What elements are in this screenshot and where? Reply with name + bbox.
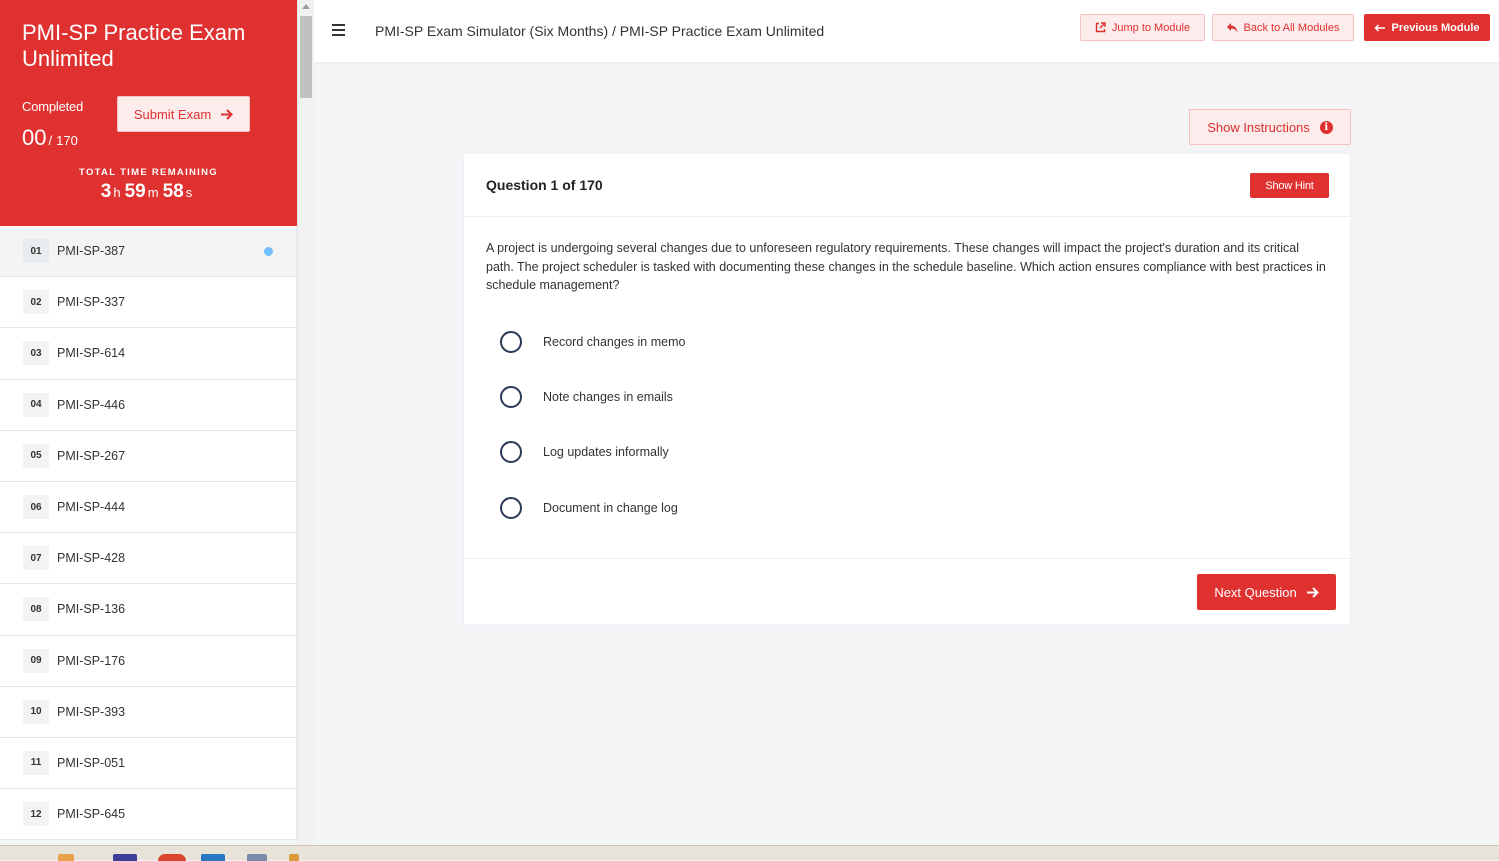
completed-separator: / (48, 133, 53, 148)
exam-title: PMI-SP Practice Exam Unlimited (22, 20, 246, 71)
time-seconds: 58 (162, 181, 184, 202)
top-bar: PMI-SP Exam Simulator (Six Months) / PMI… (314, 0, 1499, 62)
answer-option-label: Note changes in emails (543, 390, 673, 404)
os-taskbar (0, 845, 1499, 861)
answer-option-label: Document in change log (543, 501, 678, 515)
time-minutes: 59 (124, 181, 146, 202)
question-card: Question 1 of 170 Show Hint A project is… (463, 153, 1351, 625)
completed-label: Completed (22, 99, 84, 114)
info-icon: i (1319, 120, 1333, 134)
question-list-item[interactable]: 06 PMI-SP-444 (0, 481, 297, 534)
time-hours-unit: h (113, 185, 121, 200)
question-code: PMI-SP-645 (57, 807, 126, 822)
question-list-item[interactable]: 08 PMI-SP-136 (0, 584, 297, 636)
question-number: 04 (23, 392, 49, 417)
question-code: PMI-SP-614 (57, 346, 126, 361)
external-link-icon (1095, 22, 1106, 33)
question-list-item[interactable]: 03 PMI-SP-614 (0, 328, 297, 380)
question-list-item[interactable]: 10 PMI-SP-393 (0, 686, 297, 738)
time-hours: 3 (100, 181, 112, 202)
question-code: PMI-SP-387 (57, 244, 126, 259)
question-code: PMI-SP-393 (57, 704, 126, 719)
question-text: A project is undergoing several changes … (486, 241, 1326, 292)
question-code: PMI-SP-444 (57, 500, 126, 515)
question-list-item[interactable]: 04 PMI-SP-446 (0, 379, 297, 431)
question-list-item[interactable]: 12 PMI-SP-645 (0, 789, 297, 841)
answer-option-label: Log updates informally (543, 445, 669, 459)
question-list-item[interactable]: 09 PMI-SP-176 (0, 635, 297, 687)
question-number: 11 (23, 750, 49, 775)
question-list: 01 PMI-SP-387 02 PMI-SP-337 03 PMI-SP-61… (0, 226, 297, 841)
radio-button[interactable] (500, 386, 522, 408)
card-divider (464, 558, 1350, 559)
exam-summary-panel: PMI-SP Practice Exam Unlimited Completed… (0, 0, 297, 226)
completed-value: 00 (22, 125, 47, 150)
question-list-item[interactable]: 02 PMI-SP-337 (0, 277, 297, 329)
sidebar: PMI-SP Practice Exam Unlimited Completed… (0, 0, 297, 845)
answer-option[interactable]: Note changes in emails (500, 382, 673, 412)
scrollbar-thumb[interactable] (300, 16, 312, 98)
time-seconds-unit: s (185, 185, 193, 200)
app: PMI-SP Practice Exam Unlimited Completed… (0, 0, 1499, 845)
question-number: 02 (23, 290, 49, 315)
question-number: 07 (23, 546, 49, 571)
answer-option-label: Record changes in memo (543, 335, 686, 349)
question-number: 03 (23, 341, 49, 366)
question-code: PMI-SP-446 (57, 397, 126, 412)
time-remaining-value: 3 h 59 m 58 s (0, 181, 297, 203)
previous-module-button[interactable]: Previous Module (1364, 14, 1490, 41)
show-hint-button[interactable]: Show Hint (1250, 173, 1329, 198)
question-list-item[interactable]: 01 PMI-SP-387 (0, 226, 297, 278)
jump-to-module-label: Jump to Module (1111, 21, 1191, 34)
question-code: PMI-SP-136 (57, 602, 126, 617)
question-number: 09 (23, 648, 49, 673)
question-number: 10 (23, 699, 49, 724)
submit-exam-label: Submit Exam (133, 106, 212, 122)
show-instructions-label: Show Instructions (1207, 119, 1310, 135)
hamburger-menu-icon[interactable] (332, 24, 345, 39)
arrow-left-icon (1374, 23, 1386, 32)
next-question-button[interactable]: Next Question (1197, 574, 1336, 610)
question-list-item[interactable]: 07 PMI-SP-428 (0, 533, 297, 585)
arrow-right-icon (221, 108, 234, 120)
completed-count: 00/170 (22, 125, 78, 151)
answer-option[interactable]: Record changes in memo (500, 327, 685, 357)
question-number: 08 (23, 597, 49, 622)
radio-button[interactable] (500, 331, 522, 353)
completed-total: 170 (56, 133, 78, 148)
answer-option[interactable]: Log updates informally (500, 437, 669, 467)
reply-arrow-icon (1226, 22, 1237, 32)
submit-exam-button[interactable]: Submit Exam (117, 96, 250, 132)
question-number: 12 (23, 802, 49, 827)
answer-option[interactable]: Document in change log (500, 493, 678, 523)
back-to-all-modules-button[interactable]: Back to All Modules (1212, 14, 1354, 41)
sidebar-scrollbar[interactable] (297, 0, 314, 845)
jump-to-module-button[interactable]: Jump to Module (1080, 14, 1205, 41)
question-number: 01 (23, 239, 49, 264)
arrow-right-icon (1306, 586, 1319, 598)
question-number: 05 (23, 443, 49, 468)
scroll-up-arrow-icon[interactable] (302, 4, 310, 9)
radio-button[interactable] (500, 497, 522, 519)
previous-module-label: Previous Module (1391, 21, 1480, 34)
question-code: PMI-SP-267 (57, 448, 126, 463)
question-code: PMI-SP-337 (57, 295, 126, 310)
question-card-header: Question 1 of 170 Show Hint (464, 154, 1350, 217)
question-list-item[interactable]: 05 PMI-SP-267 (0, 430, 297, 482)
time-remaining-label: TOTAL TIME REMAINING (79, 167, 218, 178)
question-number: 06 (23, 495, 49, 520)
current-question-dot-icon (264, 246, 273, 256)
question-list-item[interactable]: 11 PMI-SP-051 (0, 737, 297, 790)
question-code: PMI-SP-428 (57, 551, 126, 566)
show-instructions-button[interactable]: Show Instructions i (1189, 109, 1351, 145)
back-to-all-modules-label: Back to All Modules (1243, 21, 1340, 34)
question-code: PMI-SP-176 (57, 653, 126, 668)
time-minutes-unit: m (147, 185, 159, 200)
radio-button[interactable] (500, 441, 522, 463)
next-question-label: Next Question (1214, 584, 1297, 600)
question-title: Question 1 of 170 (486, 177, 603, 193)
breadcrumb: PMI-SP Exam Simulator (Six Months) / PMI… (375, 23, 825, 39)
question-code: PMI-SP-051 (57, 755, 126, 770)
